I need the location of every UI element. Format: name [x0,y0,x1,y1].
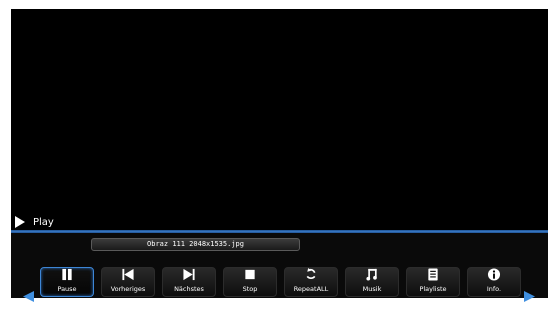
scroll-right-icon[interactable] [523,290,536,303]
pause-button[interactable]: Pause [40,267,94,297]
media-player-screen: Play Obraz 111 2048x1535.jpg Pause Vorhe… [11,9,548,298]
playback-status-label: Play [33,216,54,228]
music-button[interactable]: Musik [345,267,399,297]
info-button[interactable]: Info. [467,267,521,297]
previous-label: Vorheriges [110,285,146,293]
skip-back-icon [122,268,134,281]
control-panel: Obraz 111 2048x1535.jpg Pause Vorheriges… [11,233,548,298]
stop-label: Stop [242,285,258,293]
repeat-button[interactable]: RepeatALL [284,267,338,297]
stop-button[interactable]: Stop [223,267,277,297]
pause-label: Pause [57,285,77,293]
filename-bar: Obraz 111 2048x1535.jpg [91,238,300,251]
next-button[interactable]: Nächstes [162,267,216,297]
playback-status: Play [14,214,54,230]
info-icon [487,268,501,281]
previous-button[interactable]: Vorheriges [101,267,155,297]
playlist-icon [428,268,438,281]
playlist-label: Playliste [419,285,447,293]
play-icon [15,216,25,228]
info-label: Info. [486,285,502,293]
music-note-icon [366,268,377,281]
scroll-left-icon[interactable] [22,290,35,303]
pause-icon [62,268,72,281]
repeat-icon [306,268,316,279]
next-label: Nächstes [174,285,204,293]
skip-forward-icon [183,268,195,281]
music-label: Musik [362,285,382,293]
playlist-button[interactable]: Playliste [406,267,460,297]
stop-icon [245,269,255,280]
repeat-label: RepeatALL [293,285,329,293]
